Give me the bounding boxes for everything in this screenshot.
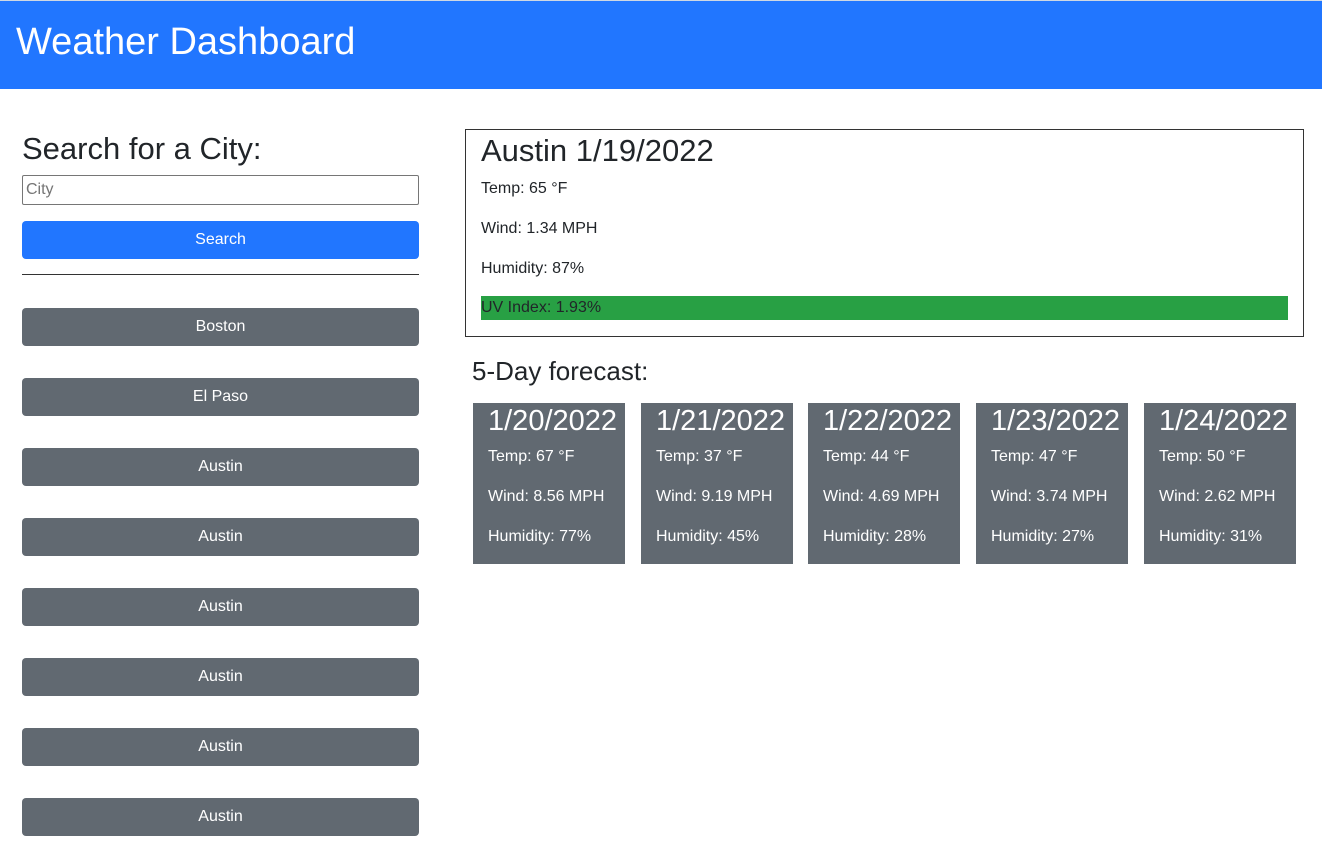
forecast-wind: Wind: 3.74 MPH (991, 488, 1108, 505)
forecast-humidity: Humidity: 77% (488, 528, 592, 545)
forecast-temp: Temp: 50 °F (1159, 448, 1246, 465)
forecast-temp: Temp: 47 °F (991, 448, 1078, 465)
forecast-temp: Temp: 37 °F (656, 448, 743, 465)
city-search-input[interactable] (22, 175, 419, 205)
forecast-humidity: Humidity: 45% (656, 528, 760, 545)
history-city-button[interactable]: El Paso (22, 378, 419, 416)
forecast-date: 1/20/2022 (488, 405, 618, 437)
history-city-button[interactable]: Austin (22, 658, 419, 696)
history-city-button[interactable]: Austin (22, 728, 419, 766)
current-weather-card: Austin 1/19/2022 Temp: 65 °F Wind: 1.34 … (465, 129, 1304, 337)
forecast-day-card: 1/24/2022 Temp: 50 °F Wind: 2.62 MPH Hum… (1144, 403, 1296, 564)
app-header: Weather Dashboard (0, 0, 1322, 89)
forecast-humidity: Humidity: 27% (991, 528, 1095, 545)
forecast-temp: Temp: 44 °F (823, 448, 910, 465)
uv-index-badge: UV Index: 1.93% (481, 296, 1288, 320)
forecast-date: 1/23/2022 (991, 405, 1121, 437)
divider (22, 274, 419, 275)
page-title: Weather Dashboard (16, 21, 356, 63)
forecast-temp: Temp: 67 °F (488, 448, 575, 465)
forecast-day-card: 1/20/2022 Temp: 67 °F Wind: 8.56 MPH Hum… (473, 403, 625, 564)
forecast-day-card: 1/21/2022 Temp: 37 °F Wind: 9.19 MPH Hum… (641, 403, 793, 564)
forecast-day-card: 1/22/2022 Temp: 44 °F Wind: 4.69 MPH Hum… (808, 403, 960, 564)
history-city-button[interactable]: Austin (22, 588, 419, 626)
forecast-wind: Wind: 2.62 MPH (1159, 488, 1276, 505)
forecast-wind: Wind: 9.19 MPH (656, 488, 773, 505)
forecast-date: 1/24/2022 (1159, 405, 1289, 437)
current-city-date: Austin 1/19/2022 (481, 133, 714, 168)
forecast-list: 1/20/2022 Temp: 67 °F Wind: 8.56 MPH Hum… (473, 403, 1296, 564)
forecast-wind: Wind: 8.56 MPH (488, 488, 605, 505)
forecast-wind: Wind: 4.69 MPH (823, 488, 940, 505)
search-history-list: Boston El Paso Austin Austin Austin Aust… (22, 308, 419, 868)
forecast-humidity: Humidity: 31% (1159, 528, 1263, 545)
history-city-button[interactable]: Austin (22, 518, 419, 556)
current-humidity: Humidity: 87% (481, 260, 585, 277)
forecast-heading: 5-Day forecast: (472, 356, 649, 386)
current-temp: Temp: 65 °F (481, 180, 568, 197)
history-city-button[interactable]: Austin (22, 798, 419, 836)
forecast-humidity: Humidity: 28% (823, 528, 927, 545)
history-city-button[interactable]: Boston (22, 308, 419, 346)
search-heading: Search for a City: (22, 131, 262, 166)
history-city-button[interactable]: Austin (22, 448, 419, 486)
forecast-day-card: 1/23/2022 Temp: 47 °F Wind: 3.74 MPH Hum… (976, 403, 1128, 564)
current-wind: Wind: 1.34 MPH (481, 220, 598, 237)
forecast-date: 1/22/2022 (823, 405, 953, 437)
forecast-date: 1/21/2022 (656, 405, 786, 437)
search-button[interactable]: Search (22, 221, 419, 259)
